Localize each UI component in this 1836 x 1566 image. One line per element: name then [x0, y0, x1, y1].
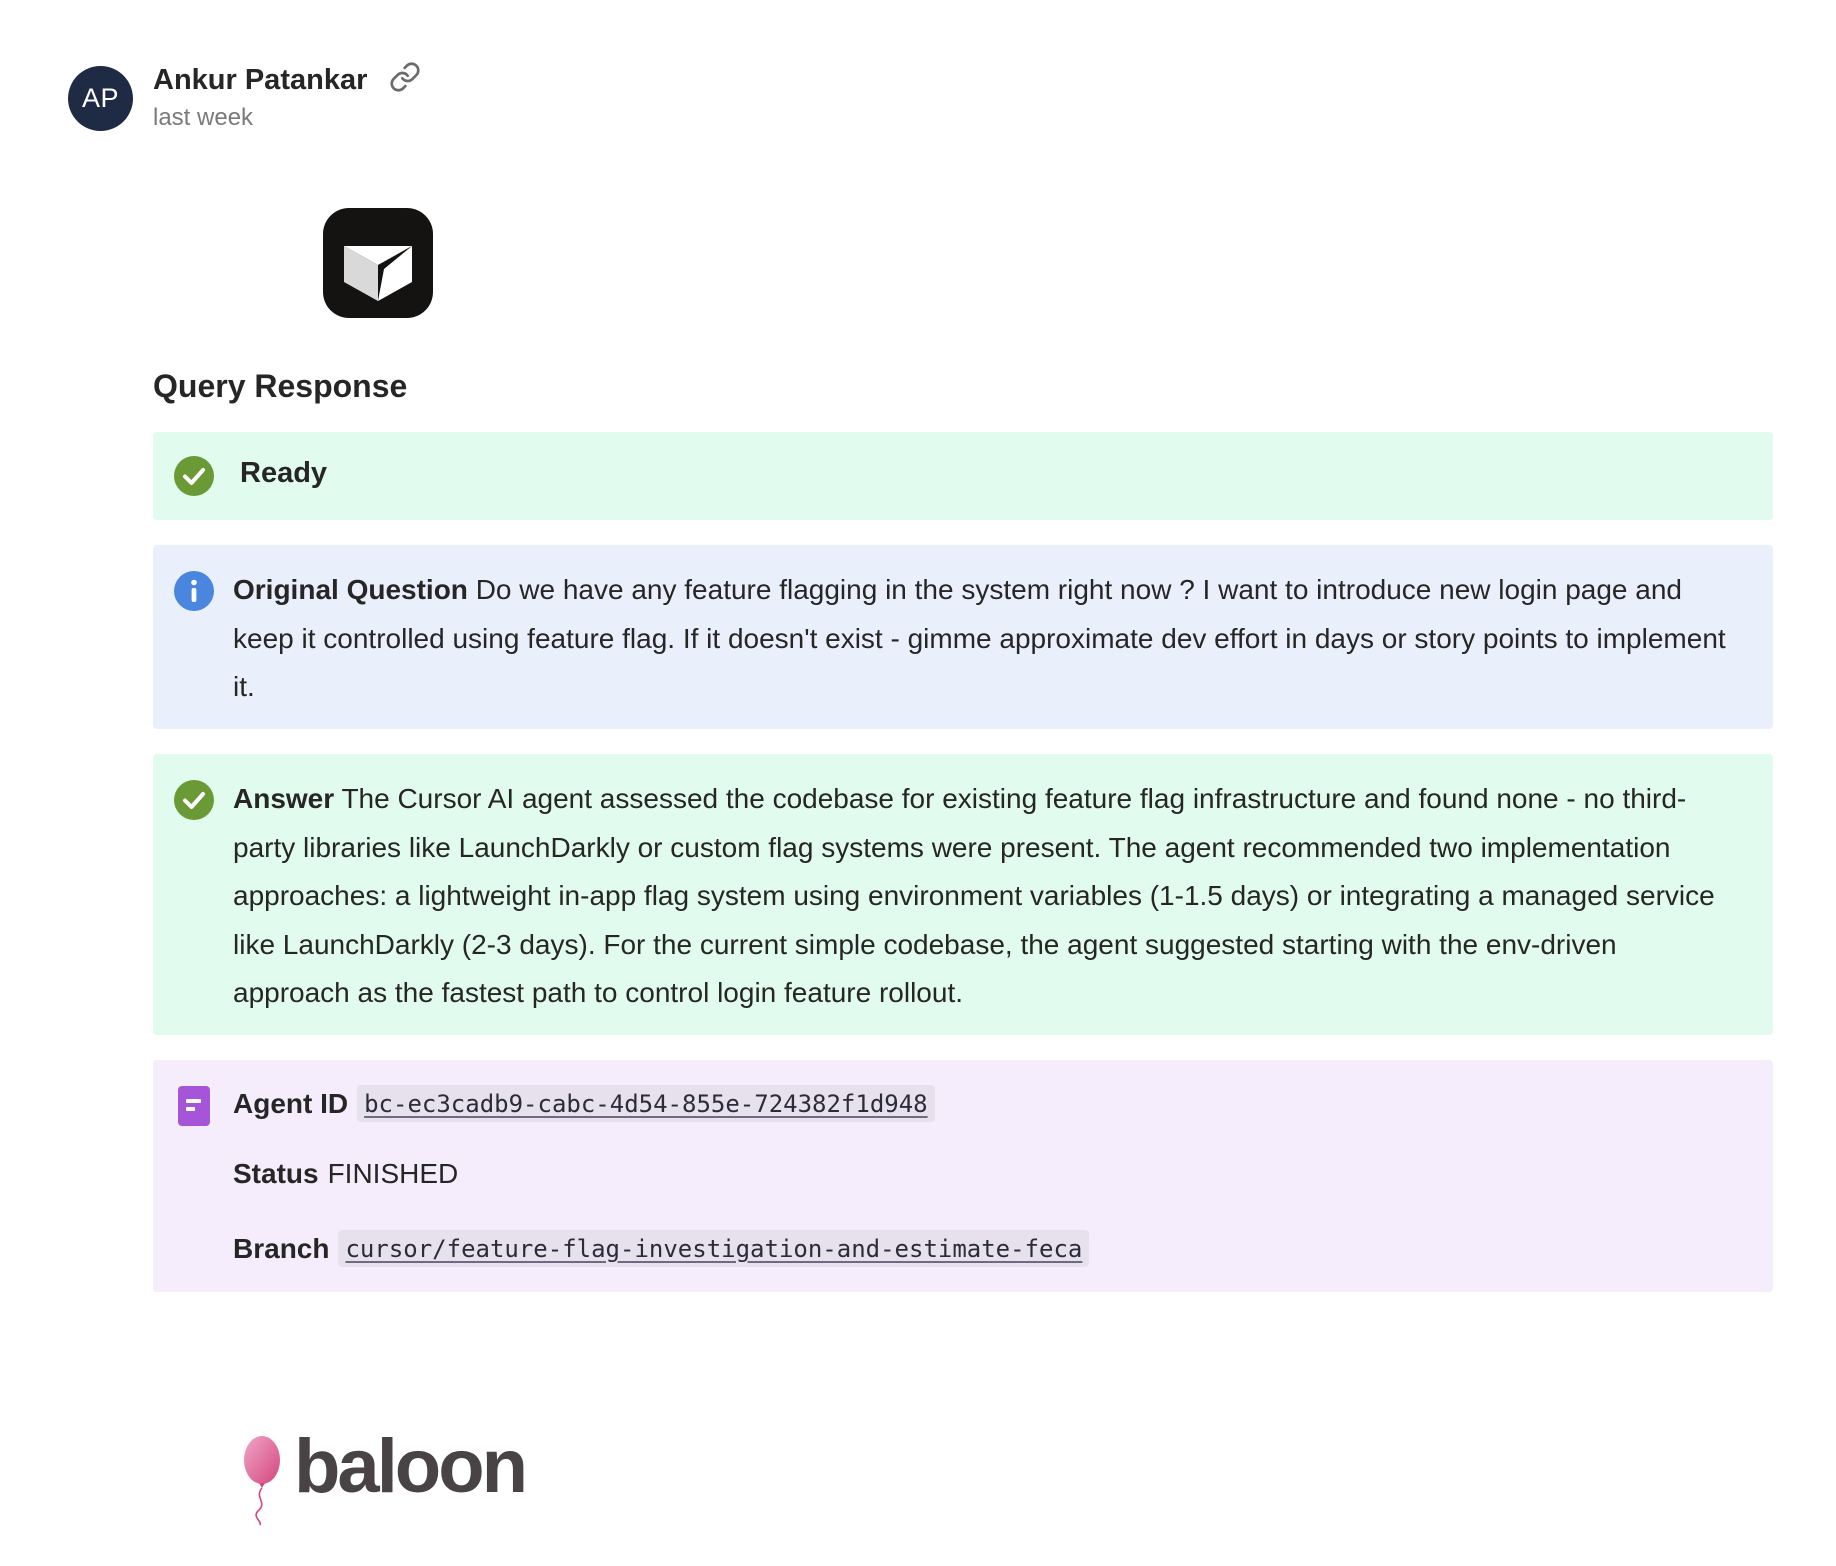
status-label: Status — [233, 1158, 319, 1189]
timestamp: last week — [153, 104, 254, 131]
author-name[interactable]: Ankur Patankar — [153, 64, 367, 97]
status-value: FINISHED — [327, 1158, 459, 1189]
agent-id-value[interactable]: bc-ec3cadb9-cabc-4d54-855e-724382f1d948 — [357, 1085, 935, 1122]
message-page: AP Ankur Patankar last week Query Respon… — [0, 0, 1836, 1566]
baloon-logo: baloon — [240, 1429, 528, 1527]
agent-id-row: Agent ID bc-ec3cadb9-cabc-4d54-855e-7243… — [233, 1085, 935, 1122]
answer-text: The Cursor AI agent assessed the codebas… — [233, 783, 1715, 1008]
branch-row: Branch cursor/feature-flag-investigation… — [233, 1230, 1090, 1267]
cursor-logo — [322, 207, 434, 319]
question-label: Original Question — [233, 574, 468, 605]
agent-id-label: Agent ID — [233, 1087, 349, 1119]
branch-value[interactable]: cursor/feature-flag-investigation-and-es… — [338, 1230, 1090, 1267]
avatar[interactable]: AP — [68, 66, 133, 131]
answer-label: Answer — [233, 783, 335, 814]
answer-text-block: Answer The Cursor AI agent assessed the … — [233, 775, 1737, 1018]
ready-label: Ready — [240, 457, 328, 489]
document-icon — [173, 1085, 215, 1127]
answer-callout: Answer The Cursor AI agent assessed the … — [153, 754, 1773, 1035]
ready-callout: Ready — [153, 432, 1773, 520]
question-callout: Original Question Do we have any feature… — [153, 545, 1773, 729]
branch-label: Branch — [233, 1232, 330, 1264]
status-row: Status FINISHED — [233, 1158, 458, 1190]
question-text-block: Original Question Do we have any feature… — [233, 566, 1737, 712]
balloon-icon — [240, 1435, 282, 1527]
check-circle-icon — [173, 455, 215, 497]
agent-info-callout: Agent ID bc-ec3cadb9-cabc-4d54-855e-7243… — [153, 1060, 1773, 1292]
link-icon[interactable] — [389, 61, 421, 93]
baloon-wordmark: baloon — [294, 1424, 528, 1509]
section-heading: Query Response — [153, 368, 408, 404]
avatar-initials: AP — [81, 83, 120, 113]
info-icon — [173, 570, 215, 612]
check-circle-icon — [173, 779, 215, 821]
